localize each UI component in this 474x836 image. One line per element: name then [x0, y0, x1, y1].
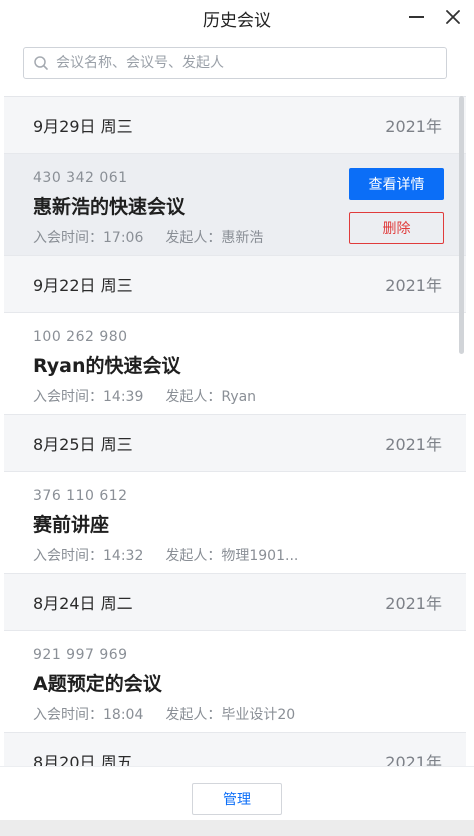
meeting-info: 入会时间：14:32 发起人：物理1901...: [33, 545, 298, 565]
list-scrollbar[interactable]: [459, 96, 464, 354]
group-date: 8月20日 周五: [33, 753, 133, 767]
group-date: 8月24日 周二: [33, 594, 133, 613]
date-group-header: 8月25日 周三 2021年: [4, 415, 466, 472]
delete-button[interactable]: 删除: [349, 212, 444, 244]
date-group-header: 8月24日 周二 2021年: [4, 574, 466, 631]
join-time: 入会时间：14:32: [33, 548, 144, 564]
meeting-name: A题预定的会议: [33, 673, 162, 695]
join-time: 入会时间：18:04: [33, 707, 144, 723]
background-app-strip: [0, 820, 474, 836]
window-title: 历史会议: [203, 11, 271, 31]
group-year: 2021年: [385, 753, 442, 767]
group-year: 2021年: [385, 276, 442, 295]
meeting-host: 发起人：惠新浩: [165, 230, 264, 246]
title-bar: 历史会议: [0, 0, 474, 36]
join-time: 入会时间：14:39: [33, 389, 144, 405]
group-date: 8月25日 周三: [33, 435, 133, 454]
search-box[interactable]: [23, 47, 447, 79]
date-group-header: 9月29日 周三 2021年: [4, 97, 466, 154]
group-date: 9月29日 周三: [33, 117, 133, 136]
minimize-icon: [408, 16, 424, 18]
minimize-button[interactable]: [405, 6, 427, 28]
close-button[interactable]: [442, 6, 464, 28]
manage-button[interactable]: 管理: [192, 783, 282, 815]
search-icon: [34, 56, 48, 70]
meeting-host: 发起人：毕业设计20: [165, 707, 296, 723]
meeting-name: Ryan的快速会议: [33, 355, 181, 377]
meeting-info: 入会时间：17:06 发起人：惠新浩: [33, 227, 263, 247]
group-year: 2021年: [385, 594, 442, 613]
view-details-button[interactable]: 查看详情: [349, 168, 444, 200]
meeting-host: 发起人：物理1901...: [165, 548, 299, 564]
meeting-host: 发起人：Ryan: [165, 389, 257, 405]
group-year: 2021年: [385, 117, 442, 136]
meeting-id: 100 262 980: [33, 329, 128, 345]
meeting-id: 430 342 061: [33, 170, 128, 186]
group-year: 2021年: [385, 435, 442, 454]
date-group-header: 8月20日 周五 2021年: [4, 733, 466, 767]
group-date: 9月22日 周三: [33, 276, 133, 295]
meeting-id: 921 997 969: [33, 647, 128, 663]
meeting-item[interactable]: 921 997 969 A题预定的会议 入会时间：18:04 发起人：毕业设计20: [4, 631, 466, 733]
meeting-info: 入会时间：18:04 发起人：毕业设计20: [33, 704, 295, 724]
close-icon: [446, 10, 460, 24]
meeting-item[interactable]: 100 262 980 Ryan的快速会议 入会时间：14:39 发起人：Ryan: [4, 313, 466, 415]
join-time: 入会时间：17:06: [33, 230, 144, 246]
footer-bar: 管理: [0, 766, 474, 821]
history-meetings-window: 历史会议 9月29日 周三 2021年 430 342 061 惠新浩的快速会议…: [0, 0, 474, 821]
meeting-item[interactable]: 376 110 612 赛前讲座 入会时间：14:32 发起人：物理1901...: [4, 472, 466, 574]
date-group-header: 9月22日 周三 2021年: [4, 256, 466, 313]
meeting-name: 惠新浩的快速会议: [33, 196, 186, 218]
meeting-item[interactable]: 430 342 061 惠新浩的快速会议 入会时间：17:06 发起人：惠新浩 查…: [4, 154, 466, 256]
meeting-history-list[interactable]: 9月29日 周三 2021年 430 342 061 惠新浩的快速会议 入会时间…: [4, 96, 466, 767]
meeting-name: 赛前讲座: [33, 514, 110, 536]
meeting-id: 376 110 612: [33, 488, 128, 504]
meeting-info: 入会时间：14:39 发起人：Ryan: [33, 386, 256, 406]
search-input[interactable]: [54, 48, 446, 78]
